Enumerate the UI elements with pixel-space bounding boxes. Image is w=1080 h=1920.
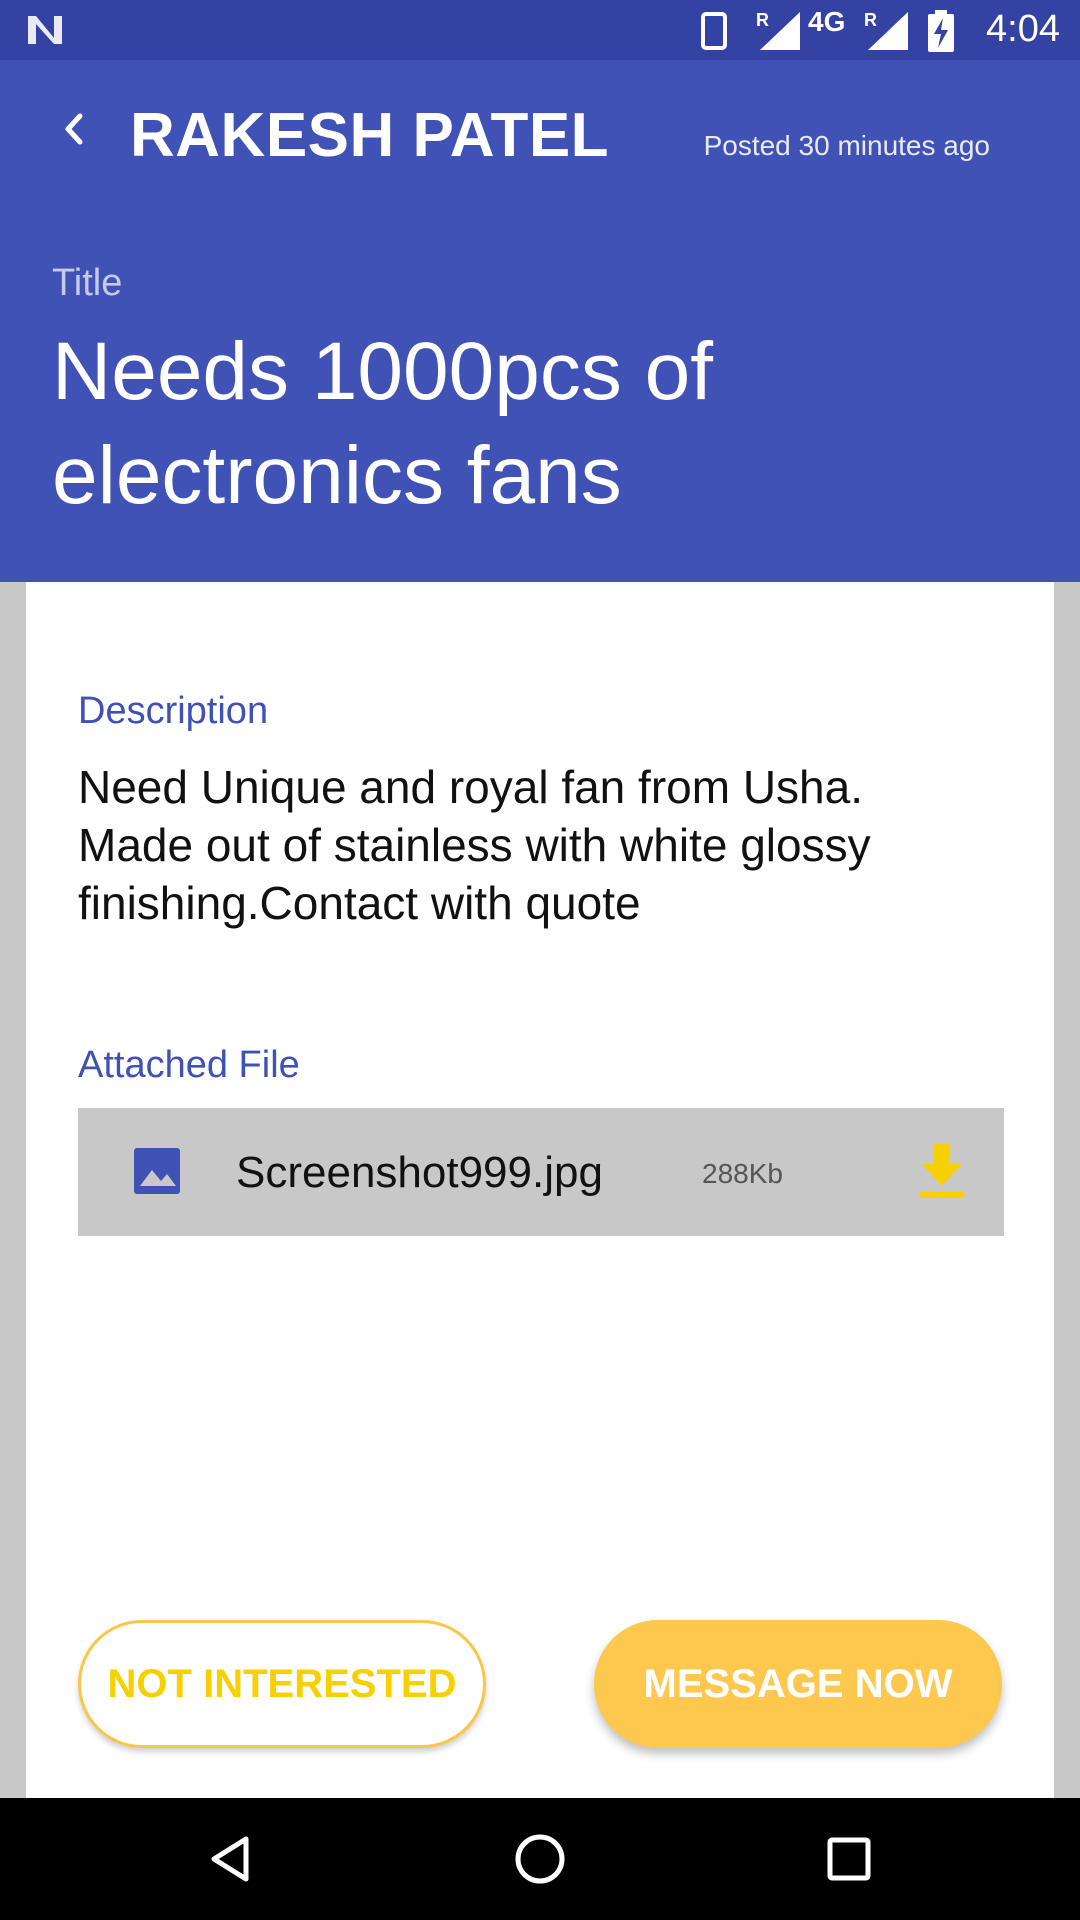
file-size: 288Kb bbox=[702, 1158, 783, 1189]
signal-icon bbox=[760, 12, 800, 50]
poster-name: RAKESH PATEL bbox=[130, 101, 610, 170]
post-title: Needs 1000pcs of electronics fans bbox=[52, 326, 714, 521]
title-label: Title bbox=[52, 262, 123, 304]
attached-file-label: Attached File bbox=[78, 1044, 300, 1086]
app-header: RAKESH PATEL Posted 30 minutes ago Title… bbox=[0, 60, 1080, 582]
message-now-button[interactable]: MESSAGE NOW bbox=[594, 1620, 1002, 1748]
network-type: 4G bbox=[808, 6, 846, 37]
system-nav-bar bbox=[0, 1798, 1080, 1920]
nav-recents-button[interactable] bbox=[818, 1828, 880, 1890]
post-detail-card: Description Need Unique and royal fan fr… bbox=[26, 582, 1054, 1798]
battery-charging-icon bbox=[928, 10, 954, 52]
chevron-left-icon bbox=[65, 113, 83, 145]
back-triangle-icon bbox=[211, 1836, 249, 1882]
status-bar: R 4G R 4:04 bbox=[0, 0, 1080, 60]
signal-icon-2 bbox=[868, 12, 908, 50]
nav-back-button[interactable] bbox=[200, 1828, 262, 1890]
description-text: Need Unique and royal fan from Usha. Mad… bbox=[78, 761, 871, 929]
image-icon bbox=[134, 1148, 180, 1194]
back-button[interactable] bbox=[50, 106, 96, 152]
not-interested-button[interactable]: NOT INTERESTED bbox=[78, 1620, 486, 1748]
attached-file-row[interactable]: Screenshot999.jpg 288Kb bbox=[78, 1108, 1004, 1236]
posted-time: Posted 30 minutes ago bbox=[703, 130, 990, 161]
home-circle-icon bbox=[515, 1834, 565, 1884]
phone-icon bbox=[701, 12, 727, 50]
recents-square-icon bbox=[827, 1837, 871, 1881]
description-label: Description bbox=[78, 690, 269, 732]
clock: 4:04 bbox=[986, 8, 1060, 50]
download-icon[interactable] bbox=[918, 1142, 966, 1200]
n-logo-icon bbox=[28, 16, 62, 44]
file-name: Screenshot999.jpg bbox=[236, 1148, 603, 1197]
nav-home-button[interactable] bbox=[509, 1828, 571, 1890]
